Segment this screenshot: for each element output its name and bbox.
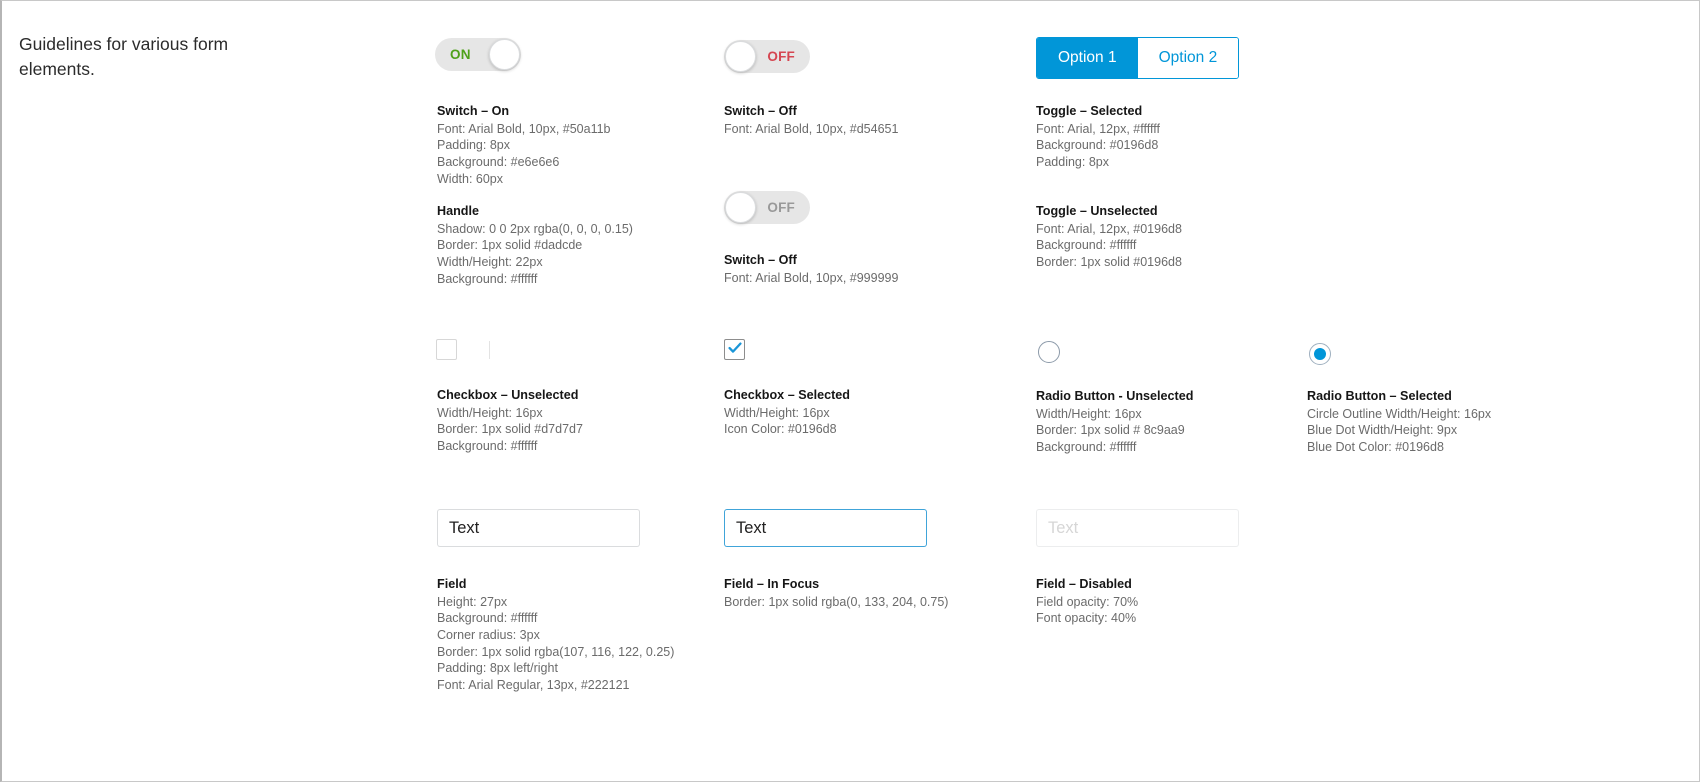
caption-line: Background: #ffffff bbox=[1036, 238, 1137, 253]
guidelines-page: Guidelines for various form elements. ON… bbox=[0, 0, 1700, 782]
caption-line: Border: 1px solid rgba(107, 116, 122, 0.… bbox=[437, 644, 675, 659]
checkbox-unselected[interactable] bbox=[436, 339, 457, 360]
caption-line: Background: #ffffff bbox=[1036, 439, 1137, 454]
switch-on-caption: Switch – On Font: Arial Bold, 10px, #50a… bbox=[437, 103, 611, 187]
switch-off-grey[interactable]: OFF bbox=[724, 191, 810, 224]
caption-line: Blue Dot Width/Height: 9px bbox=[1307, 423, 1458, 438]
toggle-selected-caption: Toggle – Selected Font: Arial, 12px, #ff… bbox=[1036, 103, 1160, 171]
caption-line: Icon Color: #0196d8 bbox=[724, 422, 837, 437]
caption-title: Toggle – Unselected bbox=[1036, 204, 1158, 218]
checkbox-selected[interactable] bbox=[724, 339, 745, 360]
caption-line: Font: Arial Bold, 10px, #999999 bbox=[724, 270, 899, 285]
caption-line: Padding: 8px bbox=[1036, 154, 1109, 169]
caption-line: Font: Arial, 12px, #0196d8 bbox=[1036, 221, 1182, 236]
caption-line: Background: #ffffff bbox=[437, 438, 538, 453]
switch-off-grey-handle[interactable] bbox=[725, 192, 756, 223]
toggle-unselected-caption: Toggle – Unselected Font: Arial, 12px, #… bbox=[1036, 203, 1182, 271]
caption-line: Width/Height: 16px bbox=[724, 405, 830, 420]
caption-title: Switch – On bbox=[437, 104, 510, 118]
caption-line: Circle Outline Width/Height: 16px bbox=[1307, 406, 1492, 421]
text-field-disabled: Text bbox=[1036, 509, 1239, 547]
caption-line: Blue Dot Color: #0196d8 bbox=[1307, 439, 1444, 454]
field-disabled-caption: Field – Disabled Field opacity: 70% Font… bbox=[1036, 576, 1138, 627]
page-intro-text: Guidelines for various form elements. bbox=[19, 34, 229, 80]
caption-title: Radio Button – Selected bbox=[1307, 389, 1452, 403]
caption-line: Height: 27px bbox=[437, 594, 508, 609]
caption-title: Checkbox – Unselected bbox=[437, 388, 579, 402]
caption-line: Width/Height: 16px bbox=[1036, 406, 1142, 421]
toggle-option-1[interactable]: Option 1 bbox=[1037, 38, 1138, 78]
switch-off-grey-caption: Switch – Off Font: Arial Bold, 10px, #99… bbox=[724, 252, 898, 286]
switch-off-handle[interactable] bbox=[725, 41, 756, 72]
caption-line: Background: #e6e6e6 bbox=[437, 154, 560, 169]
caption-line: Font opacity: 40% bbox=[1036, 611, 1137, 626]
switch-off-label: OFF bbox=[767, 49, 795, 64]
caption-line: Shadow: 0 0 2px rgba(0, 0, 0, 0.15) bbox=[437, 221, 633, 236]
caption-line: Padding: 8px bbox=[437, 138, 510, 153]
caption-title: Handle bbox=[437, 204, 479, 218]
caption-line: Border: 1px solid rgba(0, 133, 204, 0.75… bbox=[724, 594, 949, 609]
caption-line: Background: #0196d8 bbox=[1036, 138, 1159, 153]
caption-line: Border: 1px solid #0196d8 bbox=[1036, 254, 1182, 269]
caption-line: Font: Arial Regular, 13px, #222121 bbox=[437, 677, 630, 692]
radio-selected-caption: Radio Button – Selected Circle Outline W… bbox=[1307, 388, 1491, 456]
handle-caption: Handle Shadow: 0 0 2px rgba(0, 0, 0, 0.1… bbox=[437, 203, 633, 287]
checkmark-icon bbox=[728, 342, 742, 353]
caption-line: Border: 1px solid #dadcde bbox=[437, 238, 583, 253]
caption-line: Width: 60px bbox=[437, 171, 504, 186]
caption-title: Toggle – Selected bbox=[1036, 104, 1143, 118]
caption-line: Border: 1px solid #d7d7d7 bbox=[437, 422, 583, 437]
text-field-placeholder: Text bbox=[1048, 519, 1079, 537]
caption-line: Border: 1px solid # 8c9aa9 bbox=[1036, 423, 1185, 438]
caption-line: Background: #ffffff bbox=[437, 271, 538, 286]
caption-title: Field – Disabled bbox=[1036, 577, 1132, 591]
radio-unselected-caption: Radio Button - Unselected Width/Height: … bbox=[1036, 388, 1193, 456]
text-caret-artifact bbox=[489, 341, 490, 359]
text-field-focused[interactable]: Text bbox=[724, 509, 927, 547]
checkbox-unselected-caption: Checkbox – Unselected Width/Height: 16px… bbox=[437, 387, 583, 455]
switch-off-red[interactable]: OFF bbox=[724, 40, 810, 73]
text-field-value: Text bbox=[736, 519, 767, 537]
caption-title: Switch – Off bbox=[724, 253, 797, 267]
checkbox-selected-caption: Checkbox – Selected Width/Height: 16px I… bbox=[724, 387, 850, 438]
caption-title: Checkbox – Selected bbox=[724, 388, 850, 402]
toggle-option-2[interactable]: Option 2 bbox=[1137, 38, 1239, 78]
caption-line: Width/Height: 22px bbox=[437, 254, 543, 269]
field-focus-caption: Field – In Focus Border: 1px solid rgba(… bbox=[724, 576, 948, 610]
caption-line: Padding: 8px left/right bbox=[437, 661, 558, 676]
caption-line: Corner radius: 3px bbox=[437, 627, 540, 642]
caption-line: Font: Arial Bold, 10px, #d54651 bbox=[724, 121, 899, 136]
caption-title: Radio Button - Unselected bbox=[1036, 389, 1194, 403]
switch-on[interactable]: ON bbox=[435, 38, 521, 71]
caption-line: Font: Arial, 12px, #ffffff bbox=[1036, 121, 1160, 136]
caption-line: Width/Height: 16px bbox=[437, 405, 543, 420]
caption-line: Font: Arial Bold, 10px, #50a11b bbox=[437, 121, 611, 136]
caption-line: Background: #ffffff bbox=[437, 611, 538, 626]
switch-on-handle[interactable] bbox=[489, 39, 520, 70]
caption-title: Field bbox=[437, 577, 467, 591]
field-default-caption: Field Height: 27px Background: #ffffff C… bbox=[437, 576, 674, 693]
radio-dot-icon bbox=[1314, 348, 1326, 360]
caption-line: Field opacity: 70% bbox=[1036, 594, 1139, 609]
radio-selected[interactable] bbox=[1309, 343, 1331, 365]
text-field-default[interactable]: Text bbox=[437, 509, 640, 547]
radio-unselected[interactable] bbox=[1038, 341, 1060, 363]
caption-title: Field – In Focus bbox=[724, 577, 820, 591]
segmented-toggle[interactable]: Option 1 Option 2 bbox=[1036, 37, 1240, 79]
switch-on-label: ON bbox=[450, 47, 471, 62]
switch-off-red-caption: Switch – Off Font: Arial Bold, 10px, #d5… bbox=[724, 103, 898, 137]
text-field-value: Text bbox=[449, 519, 480, 537]
switch-off-grey-label: OFF bbox=[767, 200, 795, 215]
caption-title: Switch – Off bbox=[724, 104, 797, 118]
